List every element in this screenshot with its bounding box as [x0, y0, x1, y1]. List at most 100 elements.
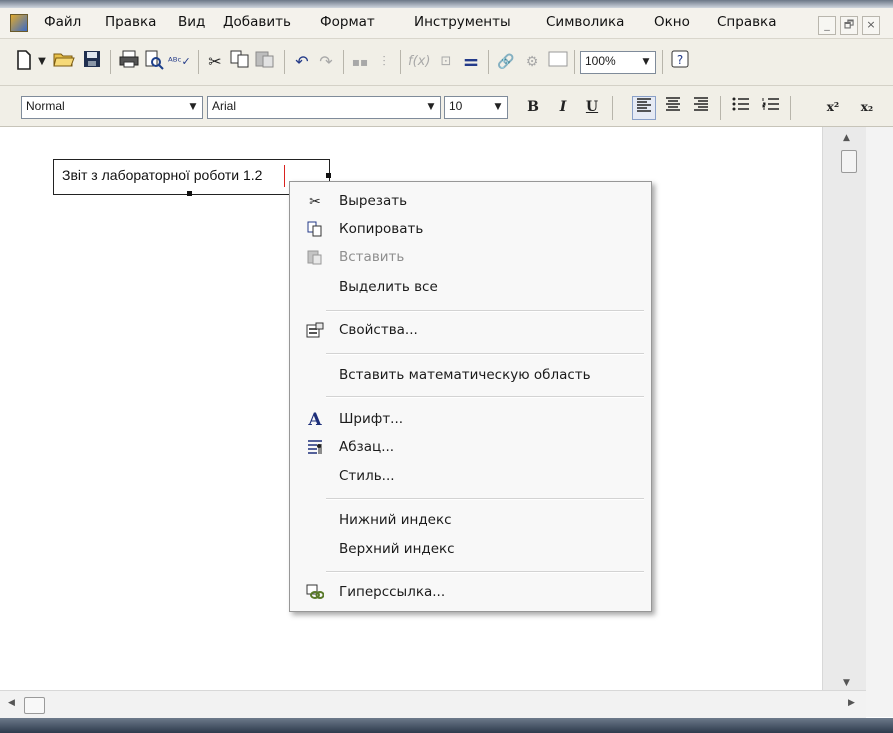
- format-toolbar: Normal ▼ Arial ▼ 10 ▼ B I U x² x₂: [0, 86, 893, 127]
- subscript-button[interactable]: x₂: [856, 96, 878, 118]
- insert-function-icon[interactable]: f(x): [408, 50, 430, 74]
- bullet-list-button[interactable]: [730, 96, 752, 118]
- toolbar-separator: [790, 96, 791, 120]
- font-size-select[interactable]: 10 ▼: [444, 96, 508, 119]
- font-select[interactable]: Arial ▼: [207, 96, 441, 119]
- horizontal-scrollbar[interactable]: ◀ ▶: [0, 690, 866, 719]
- menu-help[interactable]: Справка: [715, 13, 778, 31]
- resize-handle-right[interactable]: [326, 173, 331, 178]
- new-dropdown-arrow-icon[interactable]: ▼: [36, 50, 48, 74]
- print-preview-icon[interactable]: [143, 50, 165, 74]
- menu-item-paragraph[interactable]: Абзац...: [290, 435, 651, 461]
- restore-button[interactable]: 🗗: [840, 16, 858, 35]
- menu-view[interactable]: Вид: [176, 13, 207, 31]
- paste-icon[interactable]: [254, 50, 276, 74]
- menu-item-style[interactable]: Стиль...: [290, 464, 651, 490]
- menu-item-superscript[interactable]: Верхний индекс: [290, 537, 651, 563]
- menu-tools[interactable]: Инструменты: [412, 13, 513, 31]
- menu-item-cut[interactable]: ✂ Вырезать: [290, 189, 651, 215]
- zoom-select[interactable]: 100% ▼: [580, 51, 656, 74]
- zoom-value: 100%: [585, 54, 616, 68]
- underline-button[interactable]: U: [582, 96, 602, 118]
- help-icon[interactable]: ?: [670, 50, 690, 74]
- superscript-button[interactable]: x²: [822, 96, 844, 118]
- numbered-list-button[interactable]: [760, 96, 782, 118]
- menu-item-hyperlink[interactable]: Гиперссылка...: [290, 580, 651, 606]
- window-top-edge: [0, 0, 893, 8]
- align-right-button[interactable]: [690, 96, 712, 118]
- scroll-up-arrow-icon[interactable]: ▲: [843, 133, 850, 143]
- menu-item-label: Гиперссылка...: [339, 584, 446, 600]
- toolbar-separator: [662, 50, 663, 74]
- menu-edit[interactable]: Правка: [103, 13, 158, 31]
- menu-item-copy[interactable]: Копировать: [290, 217, 651, 243]
- close-button[interactable]: ×: [862, 16, 880, 35]
- toolbar-separator: [198, 50, 199, 74]
- vertical-scrollbar[interactable]: ▲ ▼: [822, 127, 867, 701]
- horizontal-scroll-thumb[interactable]: [24, 697, 45, 714]
- menu-item-label: Свойства...: [339, 322, 418, 338]
- text-region-content[interactable]: Звіт з лабораторної роботи 1.2: [62, 167, 262, 183]
- scroll-right-arrow-icon[interactable]: ▶: [848, 698, 855, 708]
- resize-handle-bottom[interactable]: [187, 191, 192, 196]
- redo-icon[interactable]: ↷: [316, 50, 336, 74]
- menu-format[interactable]: Формат: [318, 13, 377, 31]
- menu-item-label: Вырезать: [339, 193, 408, 209]
- new-document-icon[interactable]: [14, 50, 34, 74]
- print-icon[interactable]: [118, 50, 140, 74]
- menu-separator: [326, 571, 644, 573]
- save-icon[interactable]: [82, 50, 102, 74]
- menu-item-label: Вставить математическую область: [339, 367, 591, 383]
- menu-item-subscript[interactable]: Нижний индекс: [290, 508, 651, 534]
- menu-insert[interactable]: Добавить: [221, 13, 293, 31]
- align-center-button[interactable]: [662, 96, 684, 118]
- italic-button[interactable]: I: [553, 96, 573, 118]
- menu-item-label: Абзац...: [339, 439, 395, 455]
- open-folder-icon[interactable]: [53, 50, 75, 74]
- insert-unit-icon[interactable]: ⊡: [435, 50, 457, 74]
- scissors-icon: ✂: [309, 194, 321, 210]
- properties-icon: [306, 322, 324, 340]
- app-icon[interactable]: [10, 14, 28, 32]
- calculate-icon[interactable]: =: [460, 50, 482, 74]
- component-icon[interactable]: ⚙: [521, 50, 543, 74]
- hyperlink-icon[interactable]: 🔗: [495, 50, 517, 74]
- standard-toolbar: ▼ ᴬᴮᶜ✓ ✂ ↶ ↷ ▪▪ ⫶ f(x) ⊡ = 🔗 ⚙ 100% ▼ ?: [0, 39, 893, 86]
- scroll-left-arrow-icon[interactable]: ◀: [8, 698, 15, 708]
- menu-file[interactable]: Файл: [42, 13, 83, 31]
- align-icon[interactable]: ▪▪: [350, 50, 370, 74]
- chevron-down-icon[interactable]: ▼: [424, 99, 438, 116]
- undo-icon[interactable]: ↶: [292, 50, 312, 74]
- font-icon: A: [308, 410, 322, 430]
- menu-window[interactable]: Окно: [652, 13, 692, 31]
- menu-item-paste[interactable]: Вставить: [290, 245, 651, 271]
- chevron-down-icon[interactable]: ▼: [639, 54, 653, 71]
- align-left-button[interactable]: [632, 96, 656, 120]
- window-bottom-edge: [0, 718, 893, 733]
- menu-item-properties[interactable]: Свойства...: [290, 318, 651, 344]
- menu-symbolics[interactable]: Символика: [544, 13, 626, 31]
- scroll-down-arrow-icon[interactable]: ▼: [843, 678, 850, 688]
- minimize-button[interactable]: _: [818, 16, 836, 35]
- align-bottom-icon[interactable]: ⫶: [374, 50, 394, 74]
- menu-item-font[interactable]: A Шрифт...: [290, 407, 651, 433]
- toolbar-separator: [343, 50, 344, 74]
- copy-icon[interactable]: [229, 50, 251, 74]
- menu-item-label: Стиль...: [339, 468, 395, 484]
- region-icon[interactable]: [547, 50, 569, 74]
- menu-item-select-all[interactable]: Выделить все: [290, 275, 651, 301]
- font-size-value: 10: [449, 99, 463, 113]
- cut-icon[interactable]: ✂: [205, 50, 225, 74]
- style-select[interactable]: Normal ▼: [21, 96, 203, 119]
- menu-item-insert-math-region[interactable]: Вставить математическую область: [290, 363, 651, 389]
- style-value: Normal: [26, 99, 65, 113]
- vertical-scroll-thumb[interactable]: [841, 150, 857, 173]
- spellcheck-icon[interactable]: ᴬᴮᶜ✓: [168, 50, 191, 74]
- bold-button[interactable]: B: [523, 96, 543, 118]
- chevron-down-icon[interactable]: ▼: [186, 99, 200, 116]
- menu-separator: [326, 396, 644, 398]
- menu-bar: Файл Правка Вид Добавить Формат Инструме…: [0, 8, 893, 39]
- chevron-down-icon[interactable]: ▼: [491, 99, 505, 116]
- hyperlink-icon: [306, 584, 325, 602]
- toolbar-separator: [720, 96, 721, 120]
